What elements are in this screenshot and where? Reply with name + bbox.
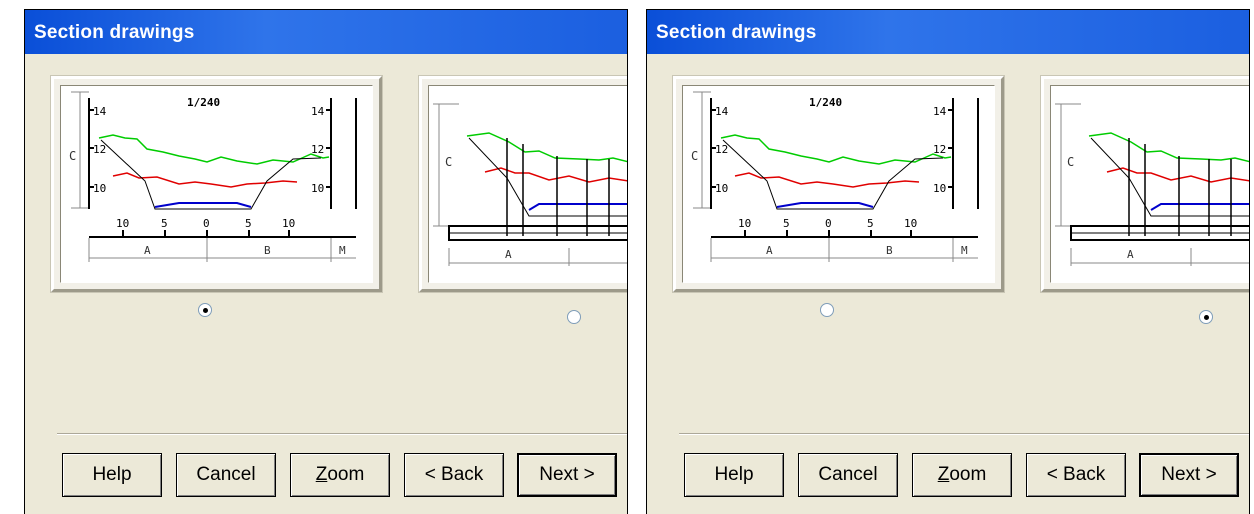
- tick-bottom-5b: 5: [867, 217, 874, 230]
- cancel-button[interactable]: Cancel: [176, 453, 276, 497]
- tick-bottom-5a: 5: [161, 217, 168, 230]
- dialog-title: Section drawings: [34, 22, 195, 43]
- dim-label-c: C: [445, 155, 452, 169]
- dim-label-m: M: [961, 244, 968, 257]
- scale-label: 1/240: [187, 96, 220, 109]
- next-button[interactable]: Next >: [517, 453, 617, 497]
- dim-label-b: B: [886, 244, 893, 257]
- tick-bottom-10b: 10: [282, 217, 295, 230]
- section-option-2-frame[interactable]: C A: [1041, 76, 1249, 292]
- dim-label-a: A: [505, 248, 512, 261]
- zoom-button[interactable]: Zoom: [912, 453, 1012, 497]
- tick-bottom-10a: 10: [738, 217, 751, 230]
- back-button[interactable]: < Back: [1026, 453, 1126, 497]
- tick-left-10: 10: [93, 182, 106, 195]
- section-option-2-radio[interactable]: [1199, 310, 1213, 324]
- dim-label-b: B: [264, 244, 271, 257]
- back-button[interactable]: < Back: [404, 453, 504, 497]
- dim-label-a: A: [144, 244, 151, 257]
- tick-right-14: 14: [311, 105, 325, 118]
- next-button[interactable]: Next >: [1139, 453, 1239, 497]
- help-button[interactable]: Help: [62, 453, 162, 497]
- tick-right-10: 10: [311, 182, 324, 195]
- section-drawing-2: C A: [1055, 103, 1249, 266]
- tick-right-10: 10: [933, 182, 946, 195]
- separator: [679, 433, 1249, 435]
- tick-bottom-10b: 10: [904, 217, 917, 230]
- section-option-1-frame[interactable]: C 14 12 10 14 12 10 1/240 10 5 0 5 10 A …: [673, 76, 1004, 292]
- cancel-button[interactable]: Cancel: [798, 453, 898, 497]
- section-drawing-1: C 14 12 10 14 12 10 1/240 10 5 0 5 10 A …: [69, 91, 357, 262]
- tick-bottom-0: 0: [203, 217, 210, 230]
- tick-left-12: 12: [715, 143, 728, 156]
- tick-right-14: 14: [933, 105, 947, 118]
- section-drawing-2: C A: [433, 103, 627, 266]
- section-option-1-radio[interactable]: [198, 303, 212, 317]
- dim-label-a: A: [766, 244, 773, 257]
- scale-label: 1/240: [809, 96, 842, 109]
- tick-bottom-5b: 5: [245, 217, 252, 230]
- tick-bottom-0: 0: [825, 217, 832, 230]
- section-option-2-frame[interactable]: C A: [419, 76, 627, 292]
- dim-label-c: C: [69, 149, 76, 163]
- wizard-panel-1: Section drawings C 14 12 10 14 12 10 1/2…: [24, 9, 628, 514]
- title-bar: Section drawings: [25, 10, 627, 54]
- title-bar: Section drawings: [647, 10, 1249, 54]
- section-drawing-1: C 14 12 10 14 12 10 1/240 10 5 0 5 10 A …: [691, 91, 979, 262]
- tick-left-10: 10: [715, 182, 728, 195]
- section-option-1-frame[interactable]: C 14 12 10 14 12 10 1/240 10 5 0 5 10 A …: [51, 76, 382, 292]
- tick-bottom-10a: 10: [116, 217, 129, 230]
- section-option-1-radio[interactable]: [820, 303, 834, 317]
- tick-bottom-5a: 5: [783, 217, 790, 230]
- tick-left-12: 12: [93, 143, 106, 156]
- help-button[interactable]: Help: [684, 453, 784, 497]
- section-option-2-radio[interactable]: [567, 310, 581, 324]
- dialog-title: Section drawings: [656, 22, 817, 43]
- dim-label-m: M: [339, 244, 346, 257]
- zoom-button[interactable]: Zoom: [290, 453, 390, 497]
- tick-left-14: 14: [93, 105, 107, 118]
- dim-label-c: C: [691, 149, 698, 163]
- tick-left-14: 14: [715, 105, 729, 118]
- dim-label-a: A: [1127, 248, 1134, 261]
- dim-label-c: C: [1067, 155, 1074, 169]
- separator: [57, 433, 627, 435]
- wizard-panel-2: Section drawings C 14 12 10 14 12 10 1/2…: [646, 9, 1250, 514]
